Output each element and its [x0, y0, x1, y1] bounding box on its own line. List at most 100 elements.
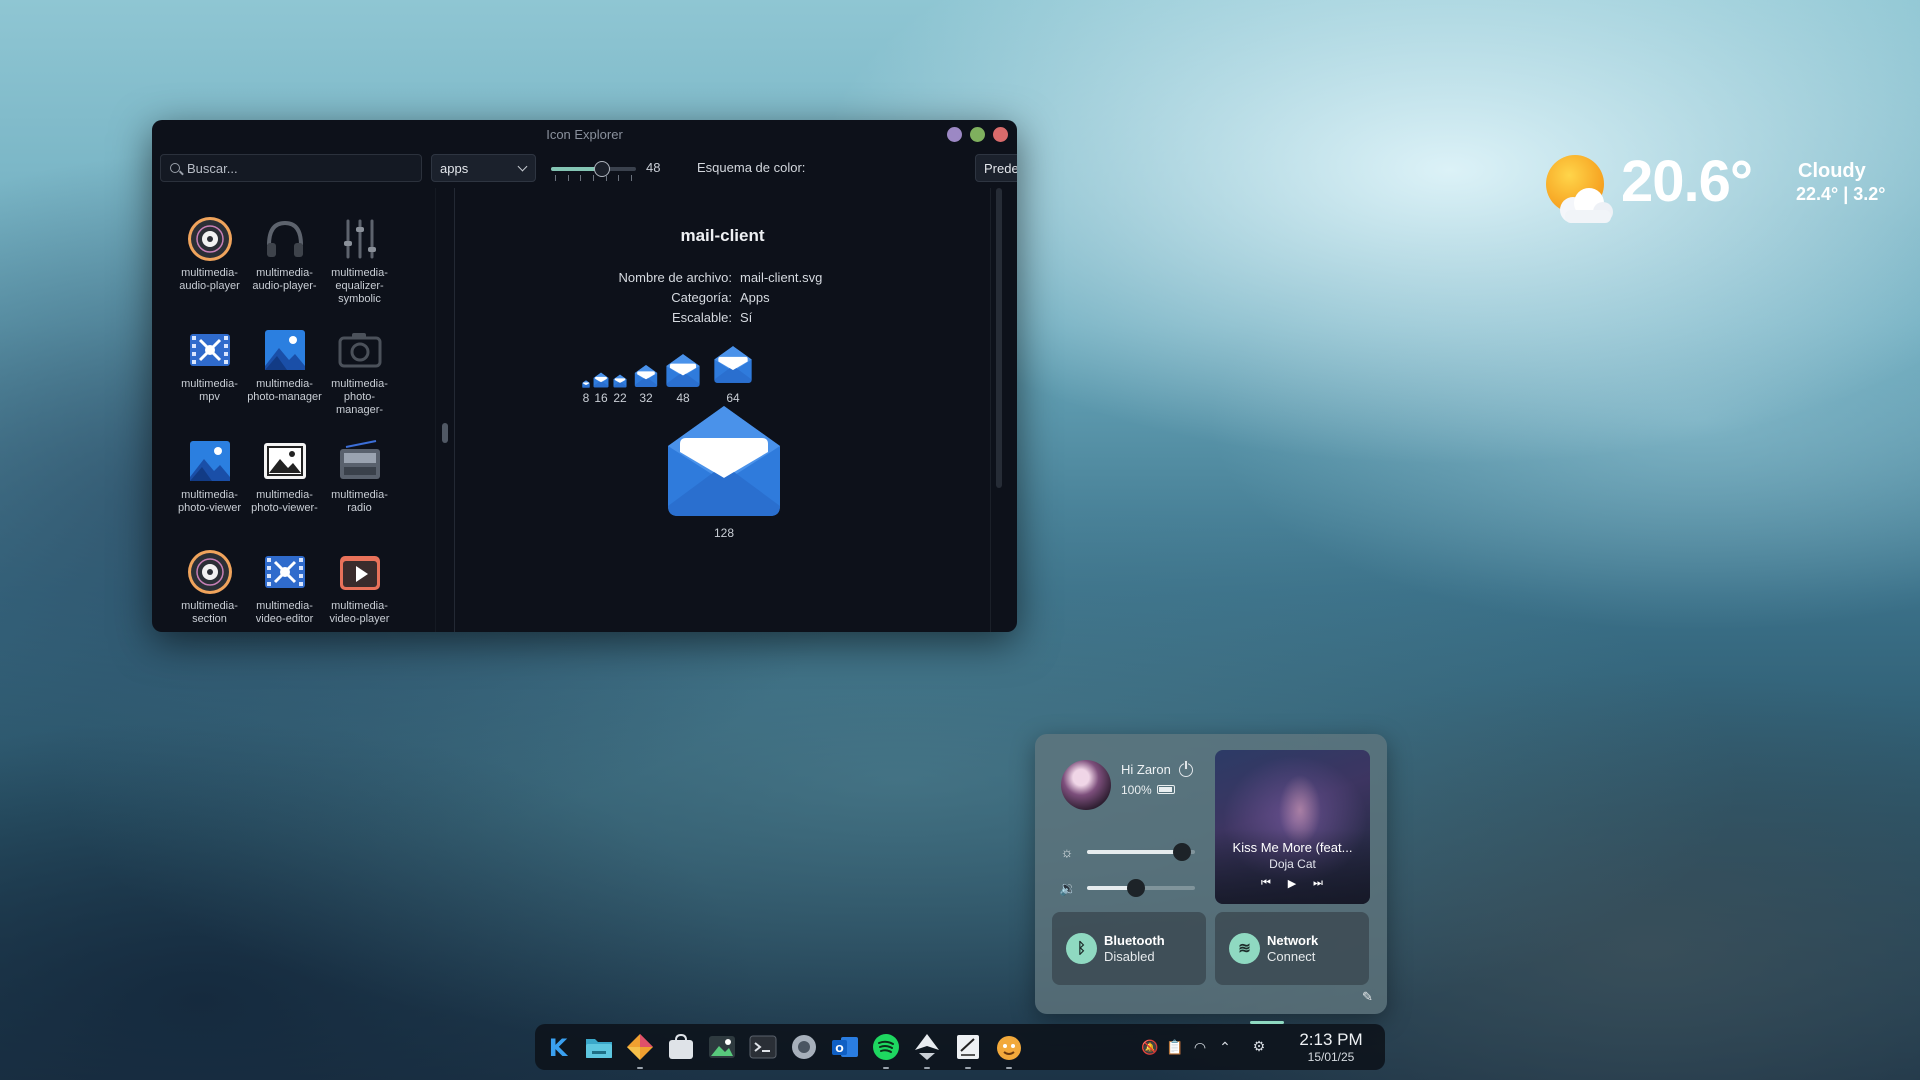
- avatar[interactable]: [1061, 760, 1111, 810]
- search-box[interactable]: [160, 154, 422, 182]
- icon-grid-item[interactable]: multimedia-photo-manager-: [322, 326, 397, 429]
- color-scheme-value: Predeterminado: [984, 161, 1017, 176]
- avatar-app-icon[interactable]: [993, 1031, 1025, 1069]
- film-reel-icon: [261, 548, 309, 596]
- icon-size-preview: 32: [626, 338, 666, 405]
- icon-grid-item[interactable]: multimedia-section: [172, 548, 247, 632]
- color-scheme-select[interactable]: Predeterminado: [975, 154, 1017, 182]
- bluetooth-icon: ᛒ: [1066, 933, 1097, 964]
- filename-label: Nombre de archivo:: [618, 270, 732, 285]
- next-track-icon[interactable]: ⏭: [1309, 877, 1327, 890]
- splitter-handle[interactable]: [442, 423, 448, 443]
- slider-ticks: [555, 175, 632, 182]
- search-input[interactable]: [187, 159, 412, 178]
- system-settings-icon[interactable]: ⚙: [1250, 1037, 1268, 1055]
- equalizer-icon: [336, 215, 384, 263]
- image-viewer-icon[interactable]: [706, 1031, 738, 1063]
- icon-preview-large: 128: [664, 402, 784, 540]
- maximize-button[interactable]: [970, 127, 985, 142]
- icon-grid-item[interactable]: multimedia-audio-player-: [247, 215, 322, 318]
- inkscape-icon[interactable]: [911, 1031, 943, 1069]
- running-indicator: [1006, 1067, 1012, 1069]
- clipboard-icon[interactable]: 📋: [1166, 1038, 1184, 1056]
- outlook-icon[interactable]: O: [829, 1031, 861, 1063]
- icon-grid-item-label: multimedia-audio-player: [179, 267, 240, 292]
- icon-grid-item[interactable]: multimedia-photo-viewer: [172, 437, 247, 540]
- wifi-icon[interactable]: ◠: [1191, 1038, 1209, 1056]
- mail-envelope-icon: [713, 338, 753, 388]
- icon-size-preview: 48: [663, 338, 703, 405]
- bluetooth-toggle[interactable]: ᛒ Bluetooth Disabled: [1052, 912, 1206, 985]
- spotify-icon[interactable]: [870, 1031, 902, 1069]
- running-indicator: [883, 1067, 889, 1069]
- category-label: Categoría:: [671, 290, 732, 305]
- file-manager-icon[interactable]: [583, 1031, 615, 1063]
- title-bar[interactable]: Icon Explorer: [152, 120, 1017, 148]
- song-artist: Doja Cat: [1269, 857, 1316, 871]
- icon-grid-item-label: multimedia-photo-viewer-: [251, 489, 318, 514]
- volume-slider[interactable]: 🔉: [1059, 878, 1199, 898]
- details-scrollbar[interactable]: [996, 188, 1002, 608]
- icon-grid-item[interactable]: multimedia-video-player: [322, 548, 397, 632]
- icon-grid-item-label: multimedia-equalizer-symbolic: [331, 267, 388, 305]
- network-toggle[interactable]: ≋ Network Connect: [1215, 912, 1369, 985]
- slider-handle[interactable]: [1126, 879, 1145, 897]
- icon-grid-item[interactable]: multimedia-audio-player: [172, 215, 247, 318]
- icon-grid-item[interactable]: multimedia-photo-manager: [247, 326, 322, 429]
- category-select[interactable]: apps: [431, 154, 536, 182]
- window-title: Icon Explorer: [546, 127, 623, 142]
- temperature: 20.6°: [1621, 149, 1753, 214]
- icon-grid-item[interactable]: multimedia-video-editor: [247, 548, 322, 632]
- scrollbar-thumb[interactable]: [996, 188, 1002, 488]
- media-player-card[interactable]: Kiss Me More (feat... Doja Cat ⏮ ▶ ⏭: [1215, 750, 1370, 904]
- icon-grid-item-label: multimedia-video-player: [329, 600, 390, 625]
- mail-envelope-icon: [626, 338, 666, 388]
- network-status: Connect: [1267, 949, 1316, 964]
- large-size-label: 128: [713, 526, 735, 540]
- clock-time: 2:13 PM: [1299, 1030, 1363, 1049]
- kde-launcher-icon[interactable]: K: [542, 1031, 574, 1063]
- icon-metadata: Nombre de archivo: mail-client.svg Catego…: [456, 268, 989, 328]
- clock[interactable]: 2:13 PM 15/01/25: [1291, 1030, 1371, 1064]
- edit-icon[interactable]: ✎: [1362, 990, 1376, 1004]
- notifications-muted-icon[interactable]: 🔕: [1141, 1038, 1159, 1056]
- slider-handle[interactable]: [1173, 843, 1192, 861]
- icon-grid-item[interactable]: multimedia-mpv: [172, 326, 247, 429]
- discover-store-icon[interactable]: [665, 1031, 697, 1063]
- network-label: Network: [1267, 933, 1319, 948]
- running-indicator: [924, 1067, 930, 1069]
- icon-grid-item[interactable]: multimedia-photo-viewer-: [247, 437, 322, 540]
- icon-name-heading: mail-client: [680, 226, 765, 245]
- brightness-slider[interactable]: ☼: [1059, 842, 1199, 862]
- user-greeting: Hi Zaron: [1121, 762, 1171, 777]
- quick-settings-panel: Hi Zaron 100% ☼ 🔉 Kiss Me More (feat... …: [1035, 734, 1387, 1014]
- headphones-icon: [261, 215, 309, 263]
- notes-icon[interactable]: [952, 1031, 984, 1069]
- icon-size-slider[interactable]: [551, 154, 636, 182]
- mail-envelope-icon: [663, 338, 703, 388]
- pane-divider: [454, 188, 455, 632]
- running-indicator: [637, 1067, 643, 1069]
- play-icon[interactable]: ▶: [1283, 877, 1301, 890]
- terminal-icon[interactable]: [747, 1031, 779, 1063]
- icon-grid-item[interactable]: multimedia-radio: [322, 437, 397, 540]
- chevron-up-icon[interactable]: ⌃: [1216, 1038, 1234, 1056]
- icon-details-pane: mail-client Nombre de archivo: mail-clien…: [456, 188, 989, 632]
- git-icon[interactable]: [624, 1031, 656, 1069]
- icon-grid-item[interactable]: multimedia-equalizer-symbolic: [322, 215, 397, 318]
- close-button[interactable]: [993, 127, 1008, 142]
- film-reel-icon: [186, 326, 234, 374]
- filename-value: mail-client.svg: [740, 270, 823, 285]
- icon-grid-item-label: multimedia-photo-viewer: [178, 489, 241, 514]
- svg-text:K: K: [549, 1034, 569, 1062]
- previous-track-icon[interactable]: ⏮: [1257, 877, 1275, 890]
- play-clapper-icon: [336, 548, 384, 596]
- bluetooth-status: Disabled: [1104, 949, 1155, 964]
- power-icon[interactable]: [1179, 760, 1193, 777]
- scalable-value: Sí: [740, 310, 753, 325]
- weather-widget[interactable]: 20.6° Cloudy 22.4° | 3.2°: [1543, 148, 1913, 228]
- minimize-button[interactable]: [947, 127, 962, 142]
- search-icon: [170, 163, 180, 173]
- bluetooth-label: Bluetooth: [1104, 933, 1165, 948]
- settings-icon[interactable]: [788, 1031, 820, 1063]
